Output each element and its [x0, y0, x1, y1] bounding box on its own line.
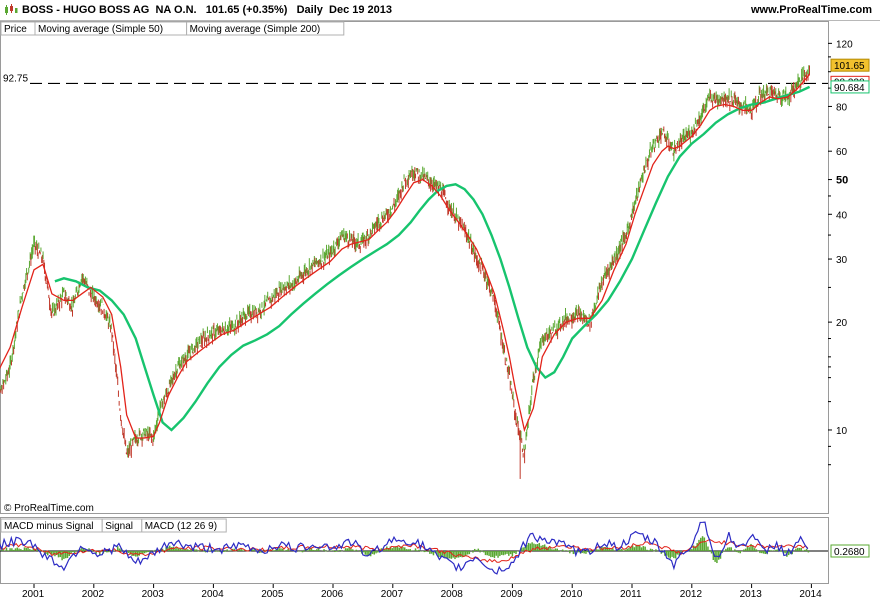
y-tick-label-60: 60 [836, 147, 848, 158]
x-tick-label-2006: 2006 [321, 589, 344, 600]
period: Daily [296, 4, 323, 16]
last-label-price: 101.65 [830, 58, 870, 72]
chart-title-bar: BOSS - HUGO BOSS AG NA O.N. 101.65 (+0.3… [0, 0, 880, 21]
price-legend: Price Moving average (Simple 50) Moving av… [0, 21, 345, 36]
chart-title: BOSS - HUGO BOSS AG NA O.N. 101.65 (+0.3… [22, 4, 393, 16]
x-tick-label-2012: 2012 [680, 589, 703, 600]
reference-line-label: 92.75 [3, 73, 28, 84]
x-tick-label-2005: 2005 [261, 589, 284, 600]
price-legend-item-0: Price [4, 24, 27, 35]
macd-legend-item-2: MACD (12 26 9) [145, 521, 217, 532]
x-tick-label-2002: 2002 [82, 589, 105, 600]
macd-last-label-text: 0.2680 [834, 547, 865, 558]
watermark: © ProRealTime.com [4, 503, 94, 514]
price-legend-item-2: Moving average (Simple 200) [190, 24, 321, 35]
y-tick-label-80: 80 [836, 102, 848, 113]
x-tick-label-2013: 2013 [740, 589, 763, 600]
macd-legend-item-0: MACD minus Signal [4, 521, 93, 532]
x-tick-label-2001: 2001 [22, 589, 45, 600]
y-tick-label-10: 10 [836, 426, 848, 437]
price-change: 101.65 (+0.35%) [205, 4, 288, 16]
y-tick-label-20: 20 [836, 318, 848, 329]
macd-last-label: 0.2680 [830, 544, 870, 558]
y-tick-label-120: 120 [836, 39, 853, 50]
candlestick-icon [5, 4, 18, 15]
x-tick-label-2007: 2007 [381, 589, 404, 600]
x-tick-label-2010: 2010 [560, 589, 583, 600]
y-tick-label-50: 50 [836, 175, 848, 187]
last-label-ma200: 90.684 [830, 80, 870, 94]
site-link[interactable]: www.ProRealTime.com [751, 4, 872, 16]
x-axis: 2001 2002 2003 2004 2005 2006 2007 2008 2009 2010… [22, 584, 822, 600]
x-tick-label-2014: 2014 [799, 589, 822, 600]
x-tick-label-2003: 2003 [142, 589, 165, 600]
y-tick-label-30: 30 [836, 255, 848, 266]
y-tick-label-40: 40 [836, 210, 848, 221]
x-tick-label-2004: 2004 [201, 589, 224, 600]
x-tick-label-2011: 2011 [620, 589, 642, 600]
price-panel: 1208060504030201092.7598.338101.6590.684… [0, 21, 870, 514]
watermark-text: © ProRealTime.com [4, 503, 94, 514]
symbol: BOSS [22, 4, 54, 16]
macd-legend: MACD minus Signal Signal MACD (12 26 9) [0, 518, 227, 533]
last-label-price-text: 101.65 [834, 61, 865, 72]
macd-legend-item-1: Signal [105, 521, 133, 532]
instrument-name: HUGO BOSS AG NA O.N. [62, 4, 197, 16]
last-label-ma200-text: 90.684 [834, 83, 865, 94]
chart-canvas: 1208060504030201092.7598.338101.6590.684… [0, 21, 870, 600]
macd-panel: 0.2680 MACD minus Signal Signal MACD (12 26… [0, 517, 870, 584]
price-legend-item-1: Moving average (Simple 50) [38, 24, 163, 35]
chart-date: Dec 19 2013 [329, 4, 393, 16]
x-tick-label-2009: 2009 [500, 589, 523, 600]
x-tick-label-2008: 2008 [441, 589, 464, 600]
